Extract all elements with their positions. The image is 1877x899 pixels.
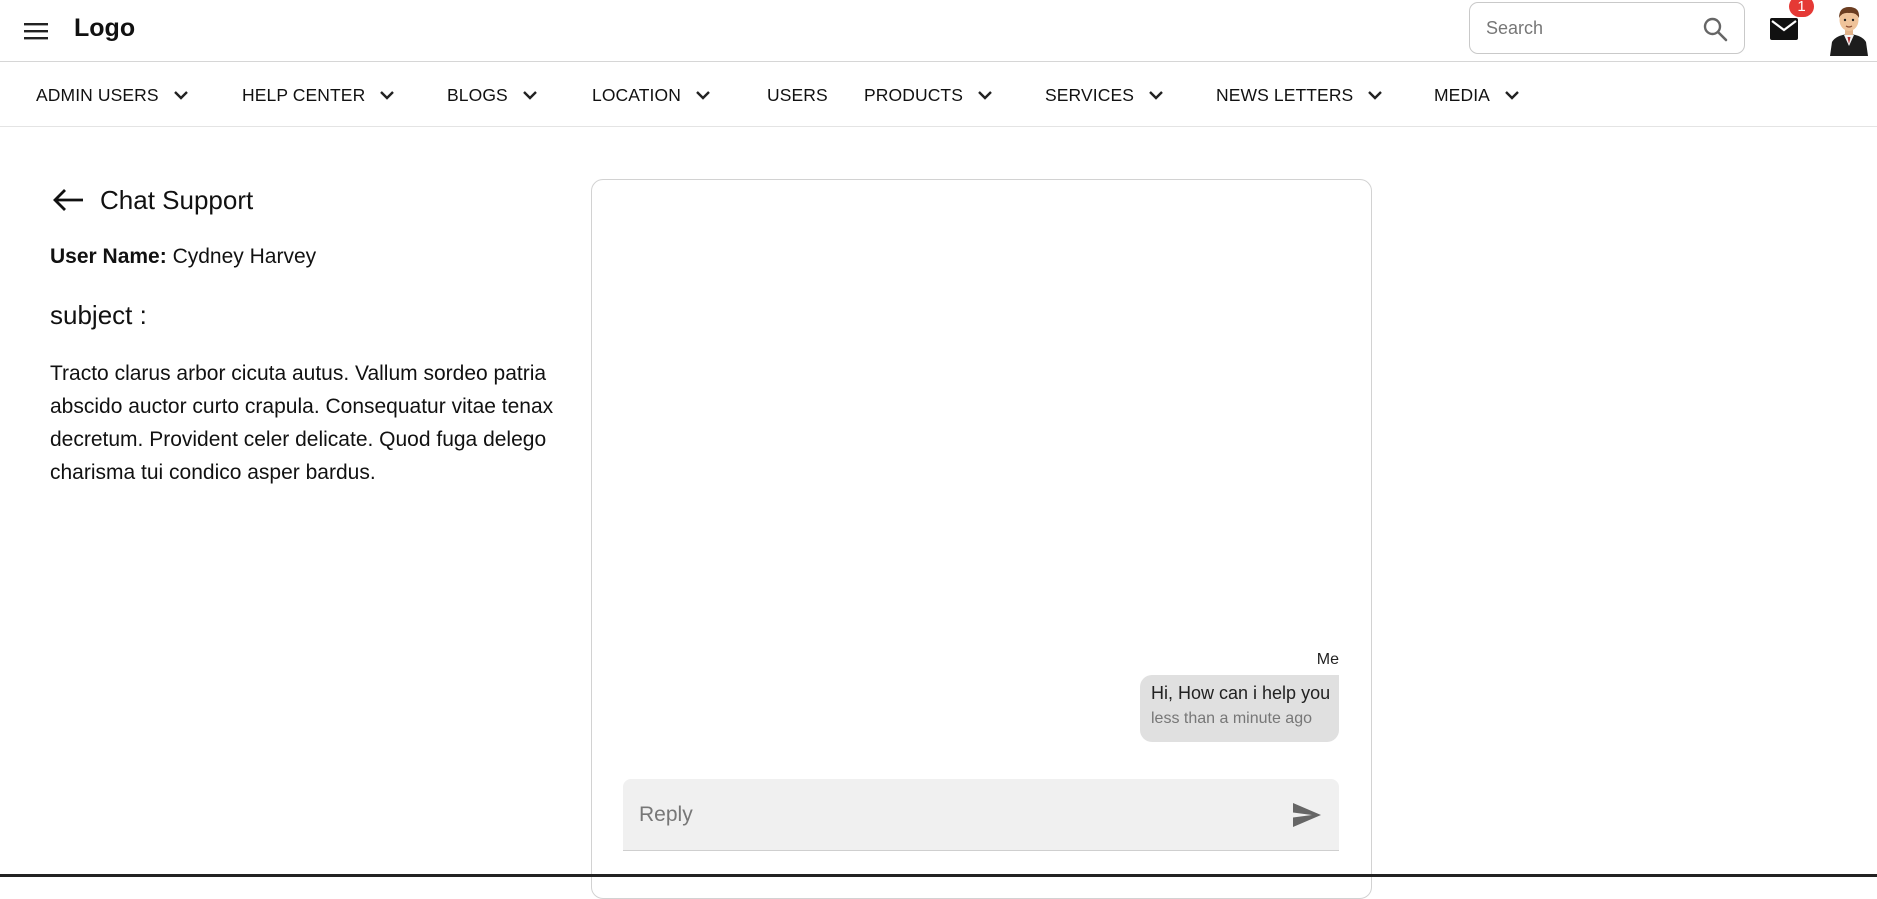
subject-heading: subject : — [50, 300, 147, 330]
page-header: Chat Support — [50, 182, 253, 218]
send-icon — [1293, 803, 1321, 827]
nav-label: NEWS LETTERS — [1216, 84, 1354, 105]
mail-icon — [1770, 18, 1798, 40]
top-app-bar: Logo 1 — [0, 0, 1877, 62]
back-button[interactable] — [50, 182, 86, 218]
search-icon[interactable] — [1702, 16, 1728, 42]
nav-item-news-letters[interactable]: NEWS LETTERS — [1216, 63, 1387, 127]
chevron-down-icon — [1149, 91, 1163, 100]
chevron-down-icon — [978, 91, 992, 100]
send-button[interactable] — [1291, 799, 1323, 831]
chevron-down-icon — [1505, 91, 1519, 100]
search-box — [1469, 2, 1745, 54]
mail-button[interactable] — [1767, 12, 1801, 46]
nav-item-services[interactable]: SERVICES — [1045, 63, 1168, 127]
user-avatar[interactable] — [1826, 4, 1872, 56]
menu-button[interactable] — [20, 15, 52, 47]
menu-icon — [24, 23, 48, 40]
chevron-down-icon — [696, 91, 710, 100]
arrow-back-icon — [53, 189, 83, 211]
logo[interactable]: Logo — [74, 14, 135, 43]
message-sender: Me — [1316, 651, 1339, 668]
nav-label: LOCATION — [592, 84, 681, 105]
reply-input[interactable] — [639, 802, 1259, 827]
user-name-label: User Name: — [50, 245, 167, 268]
nav-item-location[interactable]: LOCATION — [592, 63, 715, 127]
main-nav: ADMIN USERS HELP CENTER BLOGS LOCATION U… — [0, 63, 1877, 127]
avatar-icon — [1830, 7, 1868, 56]
nav-item-users[interactable]: USERS — [767, 63, 828, 127]
nav-label: ADMIN USERS — [36, 84, 159, 105]
nav-label: MEDIA — [1434, 84, 1490, 105]
message-time: less than a minute ago — [1151, 710, 1312, 727]
nav-label: USERS — [767, 84, 828, 105]
chevron-down-icon — [1368, 91, 1383, 100]
page-title: Chat Support — [100, 184, 254, 215]
notification-badge: 1 — [1789, 0, 1814, 17]
message-bubble: Hi, How can i help you less than a minut… — [1140, 675, 1339, 742]
chevron-down-icon — [380, 91, 395, 100]
nav-item-products[interactable]: PRODUCTS — [864, 63, 997, 127]
user-name-value: Cydney Harvey — [172, 245, 317, 268]
chevron-down-icon — [522, 91, 537, 100]
nav-item-blogs[interactable]: BLOGS — [447, 63, 542, 127]
nav-label: HELP CENTER — [242, 84, 366, 105]
nav-label: PRODUCTS — [864, 84, 963, 105]
nav-item-media[interactable]: MEDIA — [1434, 63, 1524, 127]
nav-item-help-center[interactable]: HELP CENTER — [242, 63, 399, 127]
nav-label: BLOGS — [447, 84, 508, 105]
nav-item-admin-users[interactable]: ADMIN USERS — [36, 63, 193, 127]
user-name-row: User Name: Cydney Harvey — [50, 245, 316, 269]
nav-label: SERVICES — [1045, 84, 1134, 105]
search-input[interactable] — [1486, 17, 1691, 39]
ticket-description: Tracto clarus arbor cicuta autus. Vallum… — [50, 362, 554, 484]
chevron-down-icon — [173, 91, 188, 100]
reply-field — [623, 779, 1339, 851]
message-text: Hi, How can i help you — [1151, 683, 1331, 703]
